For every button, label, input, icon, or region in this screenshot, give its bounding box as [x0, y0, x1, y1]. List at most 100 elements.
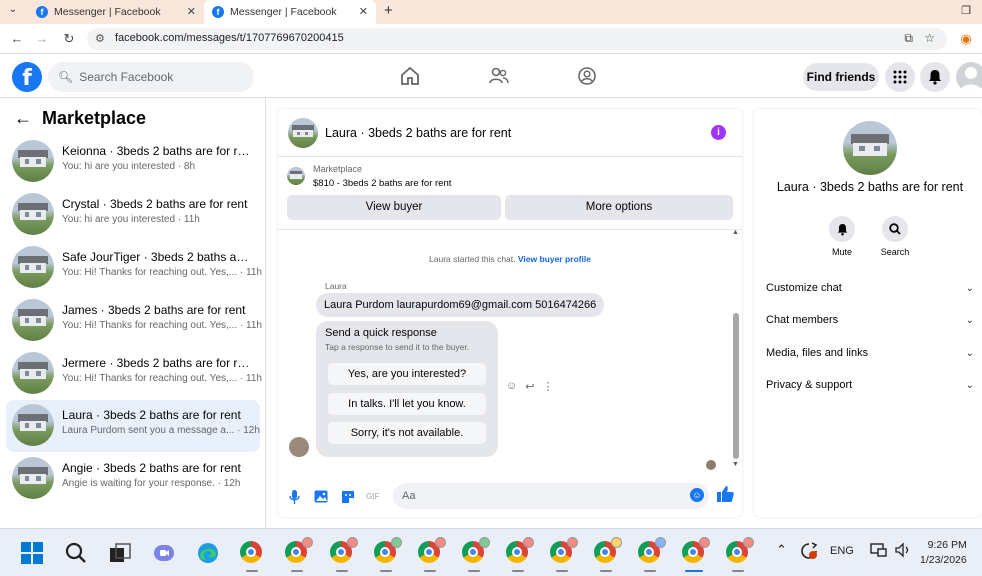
chat-scrollbar[interactable]: ▲ ▼: [732, 229, 739, 471]
quick-reply-button[interactable]: Yes, are you interested?: [328, 363, 486, 385]
chat-title[interactable]: Laura · 3beds 2 baths are for rent: [325, 126, 511, 140]
back-button[interactable]: ←: [8, 30, 26, 48]
chrome-window-icon[interactable]: [594, 537, 622, 572]
chrome-window-icon[interactable]: [330, 537, 358, 572]
message-input[interactable]: Aa: [393, 483, 709, 509]
view-buyer-profile-link[interactable]: View buyer profile: [518, 254, 591, 264]
reload-button[interactable]: ↻: [60, 30, 78, 48]
menu-grid-icon[interactable]: [885, 62, 915, 92]
edge-browser-icon[interactable]: [196, 541, 220, 565]
tab-search-dropdown[interactable]: ⌄: [4, 4, 22, 20]
info-icon[interactable]: i: [711, 125, 726, 140]
close-tab-icon[interactable]: ✕: [187, 5, 196, 18]
conversation-row[interactable]: Jermere · 3beds 2 baths are for rent You:…: [6, 348, 262, 400]
taskbar-search-icon[interactable]: [64, 541, 88, 565]
new-tab-button[interactable]: +: [384, 2, 393, 19]
customize-chat-section[interactable]: Customize chat ⌄: [766, 278, 974, 298]
bookmark-star-icon[interactable]: ☆: [924, 31, 935, 45]
url-field[interactable]: ⚙ facebook.com/messages/t/17077696702004…: [87, 28, 947, 50]
search-in-conversation-button[interactable]: Search: [875, 216, 915, 257]
thumbs-up-icon[interactable]: [717, 486, 734, 507]
chrome-window-icon[interactable]: [240, 541, 264, 572]
media-files-links-section[interactable]: Media, files and links ⌄: [766, 343, 974, 363]
chrome-window-icon[interactable]: [726, 537, 754, 572]
scrollbar-thumb[interactable]: [733, 313, 739, 459]
display-network-icon[interactable]: [870, 542, 888, 561]
listing-price-title[interactable]: $810 - 3beds 2 baths are for rent: [313, 178, 451, 189]
show-hidden-icons-chevron[interactable]: ⌃: [776, 542, 787, 558]
microphone-icon[interactable]: [289, 490, 300, 507]
find-friends-button[interactable]: Find friends: [803, 63, 879, 91]
scroll-up-icon[interactable]: ▲: [732, 229, 739, 236]
chrome-window-icon[interactable]: [638, 537, 666, 572]
site-settings-icon[interactable]: ⚙: [95, 32, 105, 45]
teams-chat-icon[interactable]: [152, 541, 176, 565]
reply-icon[interactable]: ↩: [525, 380, 534, 393]
more-vertical-icon[interactable]: ⋮: [542, 380, 553, 393]
search-placeholder: Search Facebook: [79, 70, 174, 84]
profile-icon[interactable]: ◉: [957, 30, 975, 48]
react-emoji-icon[interactable]: ☺: [506, 380, 517, 393]
conversation-name: Keionna · 3beds 2 baths are for rent: [62, 144, 252, 158]
notifications-bell-icon[interactable]: [920, 62, 950, 92]
quick-reply-button[interactable]: Sorry, it's not available.: [328, 422, 486, 444]
back-arrow-icon[interactable]: ←: [14, 108, 32, 129]
update-notification-icon[interactable]: [800, 542, 818, 563]
tab-messenger-1[interactable]: f Messenger | Facebook ✕: [28, 0, 204, 24]
friends-icon[interactable]: [488, 66, 512, 88]
search-input[interactable]: 🔍︎ Search Facebook: [48, 62, 254, 92]
chrome-window-icon[interactable]: [374, 537, 402, 572]
close-tab-icon[interactable]: ✕: [359, 5, 368, 18]
chevron-down-icon: ⌄: [965, 347, 974, 359]
restore-window-button[interactable]: ❐: [950, 0, 982, 24]
tab-messenger-2[interactable]: f Messenger | Facebook ✕: [204, 0, 376, 24]
gif-icon[interactable]: GIF: [366, 492, 379, 501]
task-view-icon[interactable]: [108, 541, 132, 565]
chat-started-notice: Laura started this chat. View buyer prof…: [278, 254, 742, 264]
conversation-row[interactable]: Angie · 3beds 2 baths are for rent Angie …: [6, 453, 260, 505]
section-label: Privacy & support: [766, 379, 853, 391]
groups-icon[interactable]: [576, 66, 600, 88]
mute-button[interactable]: Mute: [822, 216, 862, 257]
facebook-logo[interactable]: f: [12, 62, 42, 92]
install-app-icon[interactable]: ⧉: [904, 31, 913, 46]
privacy-support-section[interactable]: Privacy & support ⌄: [766, 375, 974, 395]
conversation-row[interactable]: Safe JourTiger · 3beds 2 baths are ... Yo…: [6, 242, 262, 294]
emoji-icon[interactable]: ☺: [690, 488, 704, 502]
scroll-down-icon[interactable]: ▼: [732, 461, 739, 468]
listing-thumbnail: [12, 140, 54, 182]
chrome-window-icon[interactable]: [418, 537, 446, 572]
forward-button[interactable]: →: [33, 30, 51, 48]
chevron-down-icon: ⌄: [965, 282, 974, 294]
conversation-row[interactable]: Crystal · 3beds 2 baths are for rent You:…: [6, 189, 260, 241]
chrome-window-icon[interactable]: [550, 537, 578, 572]
home-icon[interactable]: [399, 66, 423, 88]
volume-icon[interactable]: [894, 542, 912, 561]
message-bubble[interactable]: Laura Purdom laurapurdom69@gmail.com 501…: [316, 293, 605, 317]
chrome-window-icon[interactable]: [285, 537, 313, 572]
system-clock[interactable]: 9:26 PM 1/23/2026: [920, 538, 967, 568]
photo-icon[interactable]: [314, 490, 328, 506]
chat-listing-thumbnail[interactable]: [288, 118, 318, 148]
conversation-preview: Laura Purdom sent you a message a... · 1…: [62, 425, 260, 436]
sender-avatar[interactable]: [289, 437, 309, 457]
divider: [278, 229, 742, 230]
conversation-row[interactable]: Laura · 3beds 2 baths are for rent Laura …: [6, 400, 260, 452]
chrome-window-icon[interactable]: [462, 537, 490, 572]
more-options-button[interactable]: More options: [505, 195, 733, 220]
conversation-row[interactable]: Keionna · 3beds 2 baths are for rent You:…: [6, 136, 260, 188]
input-language-indicator[interactable]: ENG: [830, 545, 854, 557]
info-title: Laura · 3beds 2 baths are for rent: [776, 180, 964, 194]
account-avatar[interactable]: [956, 62, 982, 92]
tab-title: Messenger | Facebook: [54, 6, 161, 18]
sticker-icon[interactable]: [341, 490, 355, 507]
view-buyer-button[interactable]: View buyer: [287, 195, 501, 220]
listing-thumbnail: [12, 246, 54, 288]
chrome-window-icon[interactable]: [506, 537, 534, 572]
chrome-window-icon[interactable]: [682, 537, 710, 572]
quick-reply-button[interactable]: In talks. I'll let you know.: [328, 393, 486, 415]
conversation-preview: You: Hi! Thanks for reaching out. Yes,..…: [62, 373, 262, 384]
conversation-row[interactable]: James · 3beds 2 baths are for rent You: H…: [6, 295, 262, 347]
chat-members-section[interactable]: Chat members ⌄: [766, 310, 974, 330]
windows-start-icon[interactable]: [20, 541, 44, 565]
